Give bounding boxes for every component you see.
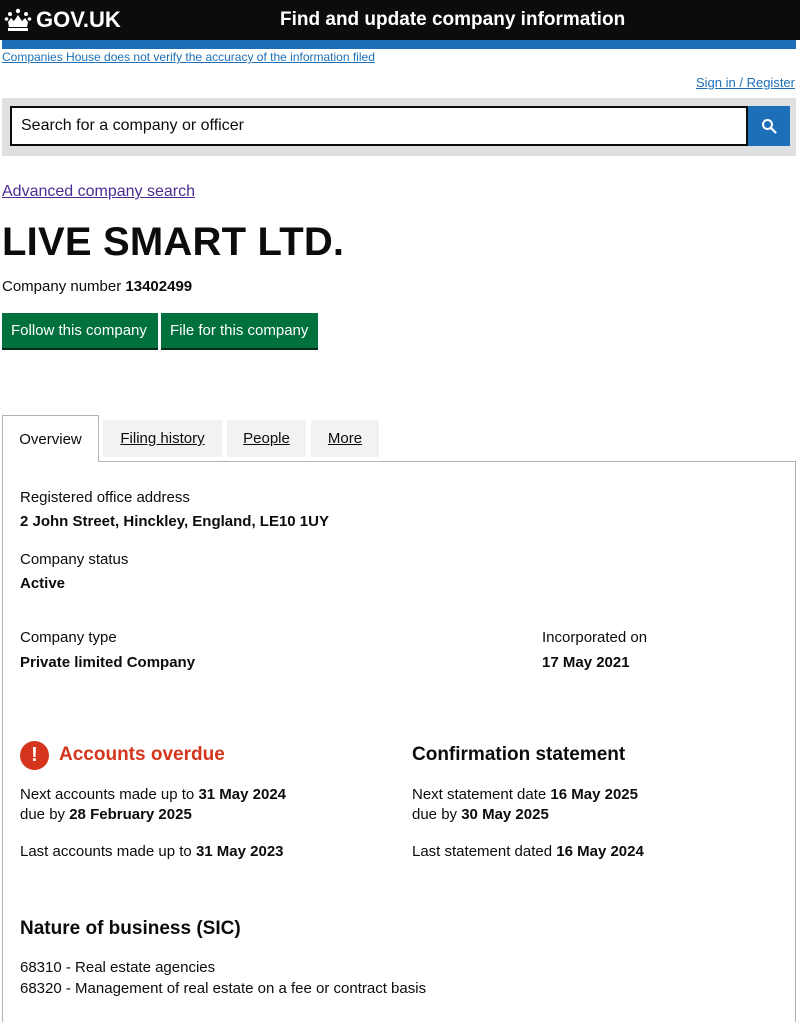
disclaimer-link[interactable]: Companies House does not verify the accu…: [2, 50, 375, 64]
last-statement-date: 16 May 2024: [556, 843, 644, 860]
accounts-due: due by 28 February 2025: [20, 806, 192, 823]
status-value: Active: [20, 575, 66, 592]
company-type-value: Private limited Company: [20, 654, 196, 671]
accounts-due-date: 28 February 2025: [69, 806, 192, 823]
company-name: LIVE SMART LTD.: [2, 220, 345, 264]
last-accounts: Last accounts made up to 31 May 2023: [20, 843, 284, 860]
file-for-company-button[interactable]: File for this company: [161, 313, 318, 348]
address-value: 2 John Street, Hinckley, England, LE10 1…: [20, 513, 329, 530]
search-icon: [762, 119, 777, 134]
company-number-value: 13402499: [125, 278, 193, 295]
last-statement-label: Last statement dated: [412, 843, 553, 860]
statement-due-date: 30 May 2025: [461, 806, 549, 823]
company-type-label: Company type: [20, 629, 117, 646]
govuk-logo-link[interactable]: GOV.UK: [4, 5, 121, 35]
site-header: GOV.UK Find and update company informati…: [0, 0, 800, 40]
last-statement: Last statement dated 16 May 2024: [412, 843, 644, 860]
header-blue-bar: [2, 40, 796, 49]
tab-more[interactable]: More: [311, 420, 379, 457]
next-accounts-date: 31 May 2024: [198, 786, 287, 803]
company-number-label: Company number: [2, 278, 122, 295]
statement-due-label: due by: [412, 806, 458, 823]
confirmation-statement-heading: Confirmation statement: [412, 744, 626, 765]
search-input[interactable]: Search for a company or officer: [10, 106, 748, 146]
advanced-search-link[interactable]: Advanced company search: [2, 183, 195, 201]
search-bar: Search for a company or officer: [2, 98, 796, 156]
accounts-overdue-heading: Accounts overdue: [59, 744, 225, 765]
statement-due: due by 30 May 2025: [412, 806, 549, 823]
incorporated-value: 17 May 2021: [542, 654, 630, 671]
next-statement-date: 16 May 2025: [550, 786, 638, 803]
next-accounts: Next accounts made up to 31 May 2024: [20, 786, 286, 803]
next-statement: Next statement date 16 May 2025: [412, 786, 638, 803]
sic-item: 68310 - Real estate agencies: [20, 959, 216, 976]
last-accounts-date: 31 May 2023: [195, 843, 284, 860]
next-statement-label: Next statement date: [412, 786, 547, 803]
sign-in-link[interactable]: Sign in / Register: [696, 75, 795, 90]
service-name[interactable]: Find and update company information: [280, 9, 625, 31]
accounts-due-label: due by: [20, 806, 66, 823]
warning-icon: !: [20, 741, 49, 770]
logo-text: GOV.UK: [36, 7, 121, 32]
crown-icon: [4, 8, 32, 31]
sic-heading: Nature of business (SIC): [20, 918, 241, 939]
status-label: Company status: [20, 551, 129, 568]
tab-overview[interactable]: Overview: [2, 415, 99, 462]
last-accounts-label: Last accounts made up to: [20, 843, 192, 860]
tab-filing-history[interactable]: Filing history: [103, 420, 222, 457]
incorporated-label: Incorporated on: [542, 629, 648, 646]
follow-company-button[interactable]: Follow this company: [2, 313, 158, 348]
search-button[interactable]: [748, 106, 790, 146]
address-label: Registered office address: [20, 489, 190, 506]
sic-item: 68320 - Management of real estate on a f…: [20, 980, 427, 997]
next-accounts-label: Next accounts made up to: [20, 786, 195, 803]
company-number: Company number 13402499: [2, 278, 192, 295]
tab-people[interactable]: People: [227, 420, 306, 457]
